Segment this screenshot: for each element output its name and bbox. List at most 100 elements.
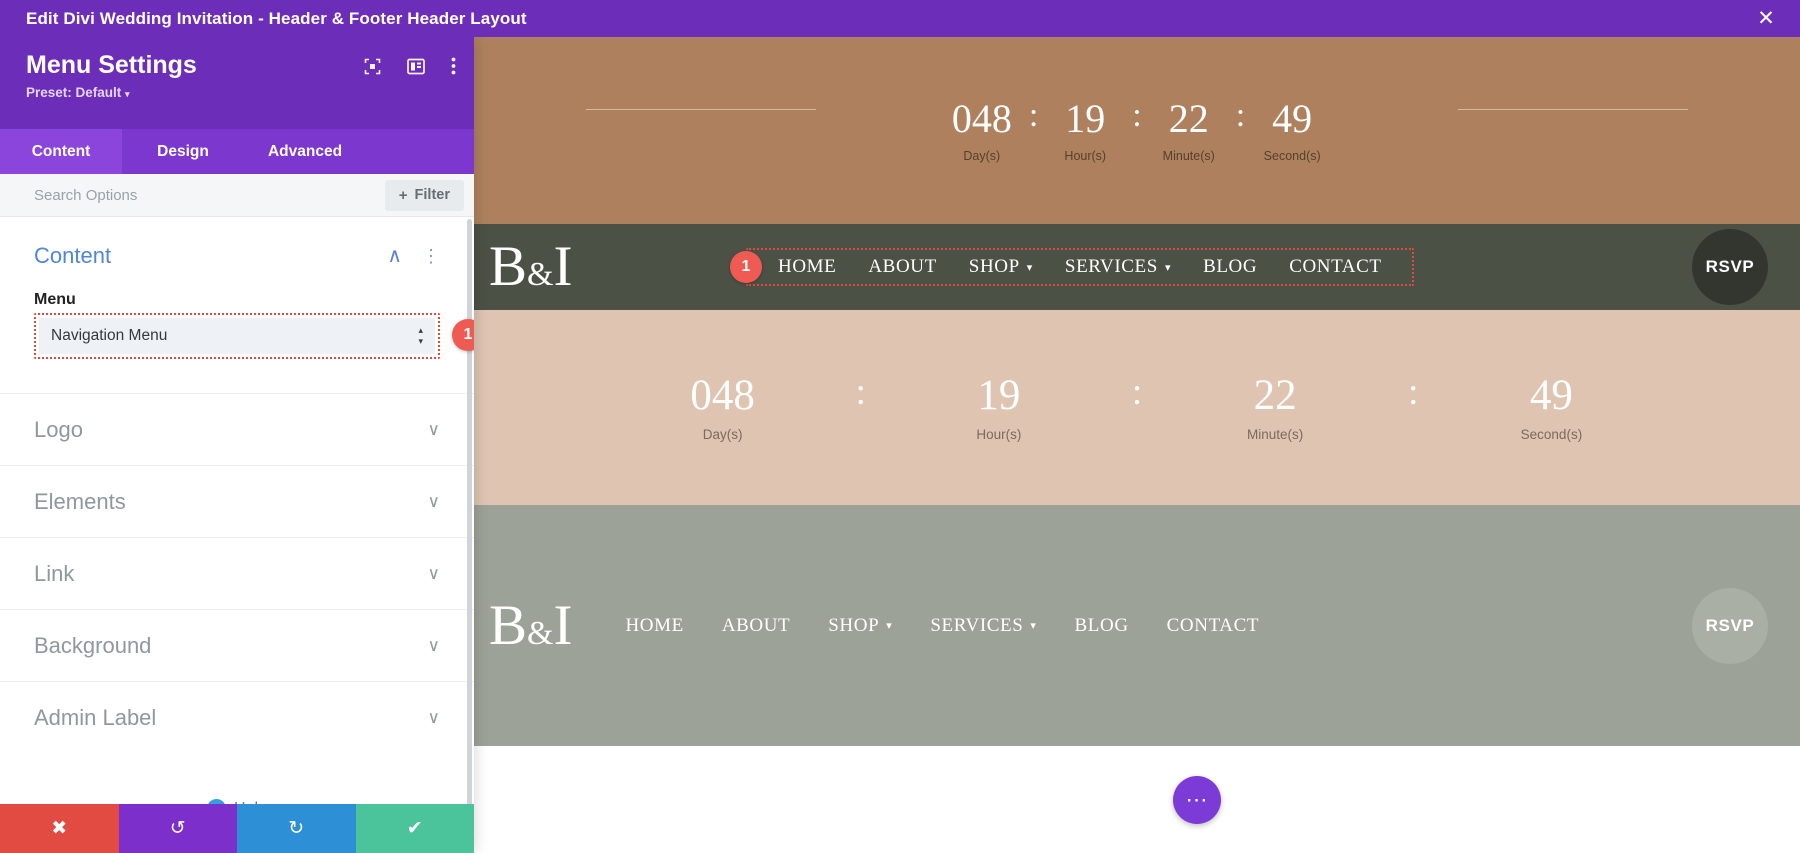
logo-left: B <box>489 235 528 299</box>
chevron-down-icon: ∨ <box>427 491 440 511</box>
expand-icon[interactable] <box>364 58 381 80</box>
countdown-value: 49 <box>1529 371 1573 419</box>
kebab-menu-icon[interactable]: ⋮ <box>422 247 440 265</box>
nav-item-contact[interactable]: CONTACT <box>1148 615 1278 637</box>
divider-line-right <box>1458 109 1688 110</box>
undo-button[interactable]: ↺ <box>118 804 237 853</box>
countdown-band-blush: 048 Day(s) : 19 Hour(s) : 22 Minute(s) :… <box>474 310 1800 505</box>
nav-item-services[interactable]: SERVICES ▾ <box>911 615 1055 637</box>
accordion-link[interactable]: Link ∨ <box>0 537 474 609</box>
accordion-logo[interactable]: Logo ∨ <box>0 393 474 465</box>
redo-button[interactable]: ↻ <box>237 804 356 853</box>
site-logo[interactable]: B&I <box>489 238 572 295</box>
save-button[interactable]: ✔ <box>355 804 474 853</box>
divi-builder-screen: Edit Divi Wedding Invitation - Header & … <box>0 0 1800 853</box>
header-nav-sage: B&I HOME ABOUT SHOP ▾ SERVICES ▾ BLOG CONT… <box>474 505 1800 746</box>
chevron-down-icon: ▾ <box>886 620 893 632</box>
logo-right: I <box>553 235 573 299</box>
nav-label: CONTACT <box>1289 256 1382 277</box>
menu-module-highlight[interactable]: HOME ABOUT SHOP ▾ SERVICES ▾ BLOG CONTACT <box>746 248 1414 286</box>
countdown-separator: : <box>1131 371 1143 413</box>
nav-item-shop[interactable]: SHOP ▾ <box>809 615 911 637</box>
close-icon[interactable]: ✕ <box>1746 0 1786 37</box>
search-input[interactable] <box>34 186 385 204</box>
nav-label: BLOG <box>1203 256 1258 277</box>
kebab-menu-icon[interactable] <box>451 57 456 80</box>
chevron-down-icon: ▾ <box>125 88 130 99</box>
settings-options-list: Content ∧ ⋮ Menu Navigation Menu ▴ ▾ 1 L… <box>0 217 474 853</box>
nav-item-services[interactable]: SERVICES ▾ <box>1049 256 1187 278</box>
countdown-label: Second(s) <box>1520 426 1583 442</box>
countdown-label: Hour(s) <box>976 426 1022 442</box>
site-logo-secondary[interactable]: B&I <box>489 597 572 654</box>
nav-item-about[interactable]: ABOUT <box>852 256 952 278</box>
chevron-down-icon: ▾ <box>1030 620 1037 632</box>
menu-step-badge: 1 <box>452 319 474 351</box>
chevron-down-icon: ∨ <box>427 563 440 583</box>
countdown-separator: : <box>1028 96 1039 134</box>
panel-scrollbar[interactable] <box>467 219 472 853</box>
content-section: Content ∧ ⋮ Menu Navigation Menu ▴ ▾ 1 <box>0 217 474 359</box>
accordion-background[interactable]: Background ∨ <box>0 609 474 681</box>
countdown-unit: 19 Hour(s) <box>1046 98 1124 163</box>
nav-item-contact[interactable]: CONTACT <box>1273 256 1397 278</box>
accordion-label: Background <box>34 632 152 658</box>
nav-label: ABOUT <box>721 614 791 636</box>
settings-panel-header: Menu Settings Preset: Default ▾ <box>0 37 474 129</box>
nav-item-about[interactable]: ABOUT <box>703 615 809 637</box>
nav-label: SHOP <box>968 256 1020 277</box>
nav-item-blog[interactable]: BLOG <box>1056 615 1148 637</box>
accordion-label: Link <box>34 560 75 586</box>
countdown-timer-top: 048 Day(s) : 19 Hour(s) : 22 Minute(s) :… <box>943 95 1331 163</box>
logo-ampersand: & <box>527 614 554 652</box>
nav-item-blog[interactable]: BLOG <box>1187 256 1273 278</box>
tab-content[interactable]: Content <box>0 129 122 174</box>
menu-select[interactable]: Navigation Menu ▴ ▾ <box>39 318 435 354</box>
tab-design[interactable]: Design <box>122 129 244 174</box>
layout-icon[interactable] <box>407 58 425 80</box>
accordion-label: Logo <box>34 416 83 442</box>
primary-nav: HOME ABOUT SHOP ▾ SERVICES ▾ BLOG CONTACT <box>762 256 1398 278</box>
secondary-nav: HOME ABOUT SHOP ▾ SERVICES ▾ BLOG CONTACT <box>606 615 1278 637</box>
tab-advanced[interactable]: Advanced <box>244 129 366 174</box>
logo-right: I <box>553 593 573 657</box>
preview-canvas: 048 Day(s) : 19 Hour(s) : 22 Minute(s) :… <box>474 37 1800 853</box>
accordion-label: Elements <box>34 488 126 514</box>
countdown-unit: 22 Minute(s) <box>1190 374 1360 442</box>
preset-selector[interactable]: Preset: Default ▾ <box>26 85 452 100</box>
nav-item-home[interactable]: HOME <box>762 256 852 278</box>
rsvp-button[interactable]: RSVP <box>1692 229 1768 305</box>
content-section-title: Content <box>34 243 112 268</box>
search-options-bar: + Filter <box>0 174 474 217</box>
countdown-separator: : <box>855 371 866 413</box>
accordion-elements[interactable]: Elements ∨ <box>0 465 474 537</box>
nav-item-shop[interactable]: SHOP ▾ <box>953 256 1049 278</box>
countdown-separator: : <box>1132 96 1142 134</box>
countdown-value: 048 <box>951 95 1012 141</box>
nav-item-home[interactable]: HOME <box>606 615 702 637</box>
nav-label: SHOP <box>828 614 880 636</box>
countdown-band-brown: 048 Day(s) : 19 Hour(s) : 22 Minute(s) :… <box>474 37 1800 224</box>
countdown-unit: 048 Day(s) <box>943 95 1021 163</box>
panel-header-tools <box>364 57 456 80</box>
nav-label: HOME <box>778 256 837 277</box>
divider-line-left <box>586 109 816 110</box>
countdown-timer-blush: 048 Day(s) : 19 Hour(s) : 22 Minute(s) :… <box>638 374 1637 442</box>
countdown-label: Day(s) <box>963 148 1001 163</box>
cancel-button[interactable]: ✖ <box>0 804 119 853</box>
nav-label: HOME <box>625 614 684 636</box>
filter-button[interactable]: + Filter <box>384 179 464 211</box>
logo-left: B <box>489 593 528 657</box>
menu-select-value: Navigation Menu <box>51 327 168 344</box>
rsvp-button-secondary[interactable]: RSVP <box>1692 587 1768 664</box>
countdown-value: 048 <box>690 371 755 419</box>
logo-ampersand: & <box>527 256 554 294</box>
countdown-label: Minute(s) <box>1247 426 1304 442</box>
countdown-value: 19 <box>977 371 1021 419</box>
builder-menu-fab[interactable]: ⋯ <box>1173 775 1221 824</box>
chevron-up-icon[interactable]: ∧ <box>387 246 402 266</box>
chevron-down-icon: ∨ <box>427 635 440 655</box>
accordion-admin-label[interactable]: Admin Label ∨ <box>0 681 474 753</box>
page-title: Edit Divi Wedding Invitation - Header & … <box>26 8 527 28</box>
module-settings-panel: Menu Settings Preset: Default ▾ Content … <box>0 37 474 853</box>
